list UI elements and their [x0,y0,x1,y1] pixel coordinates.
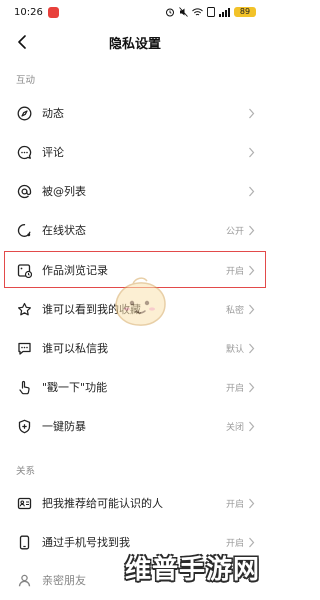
page-title: 隐私设置 [108,36,161,52]
comment-icon [16,144,32,160]
row-comments[interactable]: 评论 [0,133,270,171]
row-value: 开启 [225,266,244,277]
shield-plus-icon [16,418,32,434]
row-value: 私密 [225,305,244,316]
watermark-text: 维普手游网 [124,555,260,585]
row-mentions[interactable]: 被@列表 [0,172,270,210]
row-value: 开启 [225,383,244,394]
section-header-interaction: 互动 [16,75,36,86]
row-label: 被@列表 [42,185,86,198]
row-label: 谁可以私信我 [42,342,108,355]
mascot-watermark-icon [115,277,166,326]
person-icon [16,572,32,588]
chevron-right-icon [248,536,256,548]
status-bar: 10:26 89 [0,0,270,24]
row-label: 评论 [42,146,64,159]
online-status-icon [16,222,32,238]
row-label: 通过手机号找到我 [42,536,130,549]
chevron-right-icon [248,107,256,119]
wifi-icon [192,7,203,15]
row-anti-harass[interactable]: 一键防暴 关闭 [0,407,270,445]
chevron-right-icon [248,497,256,509]
row-label: 把我推荐给可能认识的人 [42,497,163,510]
sim-icon [207,7,215,17]
row-value: 开启 [225,538,244,549]
alarm-icon [166,8,174,17]
chevron-right-icon [248,342,256,354]
signal-icon [219,7,230,17]
row-label: "戳一下"功能 [42,381,108,394]
view-history-icon [16,262,32,278]
star-icon [16,301,32,317]
row-value: 开启 [225,499,244,510]
notification-app-icon [47,6,59,18]
battery-indicator: 89 [234,7,256,17]
row-label: 动态 [42,107,64,120]
nav-bar: 隐私设置 [0,24,270,60]
mute-icon [179,7,188,17]
chevron-right-icon [248,185,256,197]
poke-hand-icon [16,379,32,395]
chevron-right-icon [248,303,256,315]
chevron-right-icon [248,381,256,393]
message-icon [16,340,32,356]
chevron-right-icon [248,146,256,158]
chevron-right-icon [248,224,256,236]
row-online-status[interactable]: 在线状态 公开 [0,211,270,249]
back-button[interactable] [12,32,32,52]
chevron-right-icon [248,420,256,432]
chevron-right-icon [248,264,256,276]
row-dynamics[interactable]: 动态 [0,94,270,132]
contact-card-icon [16,495,32,511]
row-recommend[interactable]: 把我推荐给可能认识的人 开启 [0,484,270,522]
at-icon [16,183,32,199]
row-poke[interactable]: "戳一下"功能 开启 [0,368,270,406]
compass-icon [16,105,32,121]
phone-icon [16,534,32,550]
row-label: 一键防暴 [42,420,86,433]
row-value: 公开 [225,226,244,237]
row-value: 默认 [225,344,244,355]
status-time: 10:26 [14,6,43,18]
row-value: 关闭 [225,422,244,433]
chevron-left-icon [18,35,26,49]
row-label: 在线状态 [42,224,86,237]
section-header-relations: 关系 [16,466,36,477]
